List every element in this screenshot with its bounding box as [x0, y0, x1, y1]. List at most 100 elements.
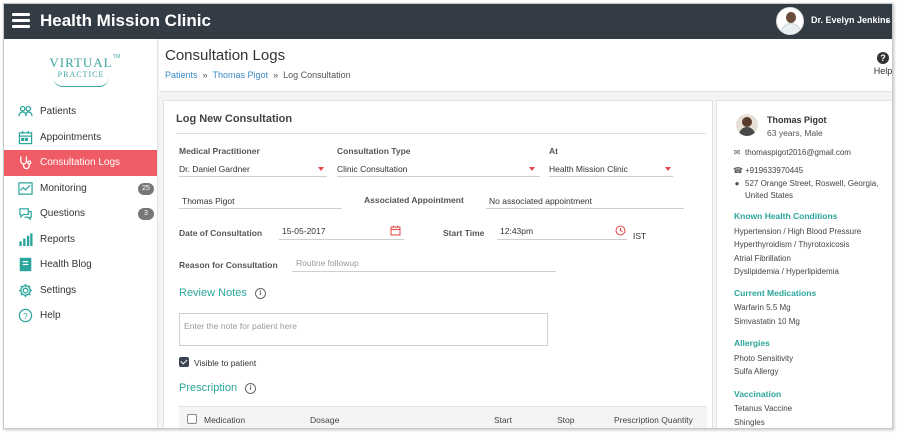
calendar-icon: [17, 129, 33, 145]
practitioner-value: Dr. Daniel Gardner: [179, 164, 250, 174]
patient-email-row: ✉ thomaspigot2016@gmail.com: [733, 148, 851, 157]
allergies-title: Allergies: [734, 338, 770, 348]
col-dosage: Dosage: [310, 415, 340, 425]
dropdown-caret-icon: [529, 167, 535, 171]
visible-to-patient-checkbox[interactable]: [179, 357, 189, 367]
questions-count-badge: 3: [138, 208, 154, 220]
info-icon[interactable]: i: [245, 382, 257, 394]
sidebar-item-label: Settings: [40, 284, 77, 296]
clock-icon[interactable]: [615, 225, 626, 239]
sidebar-item-label: Monitoring: [40, 182, 87, 194]
sidebar-item-patients[interactable]: Patients: [4, 99, 157, 125]
prescription-table-header: Medication Dosage Start Stop Prescriptio…: [179, 406, 707, 428]
review-notes-heading: Review Notes i: [179, 287, 266, 299]
info-icon[interactable]: i: [254, 287, 266, 299]
date-value: 15-05-2017: [282, 226, 326, 236]
condition-item: Dyslipidemia / Hyperlipidemia: [734, 267, 839, 276]
patient-summary-panel: Thomas Pigot 63 years, Male ✉ thomaspigo…: [716, 100, 892, 428]
calendar-icon[interactable]: [390, 225, 401, 239]
patient-phone-row: ☎ +919633970445: [733, 166, 803, 175]
reason-input[interactable]: Routine followup: [292, 254, 556, 272]
allergy-item: Sulfa Allergy: [734, 367, 779, 376]
user-avatar[interactable]: [776, 7, 804, 35]
map-pin-icon: ●: [734, 179, 740, 188]
at-label: At: [549, 146, 558, 156]
app-title: Health Mission Clinic: [40, 11, 211, 30]
practitioner-select[interactable]: Dr. Daniel Gardner: [179, 159, 327, 177]
col-medication: Medication: [204, 415, 246, 425]
sidebar-item-label: Appointments: [40, 131, 102, 143]
breadcrumb-patient[interactable]: Thomas Pigot: [213, 70, 269, 80]
sidebar-item-label: Help: [40, 310, 61, 322]
date-input[interactable]: 15-05-2017: [279, 222, 404, 240]
appointment-label: Associated Appointment: [364, 195, 464, 205]
condition-item: Atrial Fibrillation: [734, 254, 791, 263]
notes-placeholder: Enter the note for patient here: [184, 321, 297, 331]
reason-placeholder: Routine followup: [296, 258, 359, 268]
condition-item: Hyperthyroidism / Thyrotoxicosis: [734, 240, 850, 249]
sidebar-item-consultation-logs[interactable]: Consultation Logs: [4, 150, 157, 176]
patient-address-row: ● 527 Orange Street, Roswell, Georgia,: [733, 179, 879, 188]
col-start: Start: [494, 415, 512, 425]
breadcrumb-separator: »: [273, 70, 279, 80]
visible-to-patient-label: Visible to patient: [194, 358, 257, 368]
select-all-checkbox[interactable]: [187, 414, 197, 424]
patient-field[interactable]: Thomas Pigot: [179, 191, 342, 209]
breadcrumb-patients[interactable]: Patients: [165, 70, 198, 80]
logo-line2: PRACTICE: [57, 70, 105, 79]
page-title: Consultation Logs: [165, 47, 286, 64]
chevron-down-icon[interactable]: ⌄: [884, 15, 891, 24]
consultation-type-value: Clinic Consultation: [337, 164, 408, 174]
monitoring-count-badge: 25: [138, 182, 154, 195]
sidebar-item-monitoring[interactable]: Monitoring 25: [4, 176, 157, 202]
sidebar-item-health-blog[interactable]: Health Blog: [4, 252, 157, 278]
timezone-label: IST: [633, 231, 647, 241]
medications-title: Current Medications: [734, 288, 817, 298]
sidebar-item-questions[interactable]: Questions 3: [4, 201, 157, 227]
start-time-input[interactable]: 12:43pm: [497, 222, 627, 240]
sidebar-item-label: Health Blog: [40, 259, 92, 271]
logo-tm: TM: [113, 54, 121, 60]
patient-address-line2: United States: [745, 191, 794, 200]
appointment-value: No associated appointment: [489, 196, 593, 206]
book-icon: [17, 257, 33, 273]
allergy-item: Photo Sensitivity: [734, 354, 794, 363]
sidebar-item-help[interactable]: ? Help: [4, 303, 157, 329]
sidebar: VIRTUAL PRACTICE TM Patients Appointment…: [4, 39, 158, 428]
reason-label: Reason for Consultation: [179, 260, 278, 270]
prescription-heading: Prescription i: [179, 382, 257, 394]
vaccination-item: Tetanus Vaccine: [734, 404, 793, 413]
sidebar-item-reports[interactable]: Reports: [4, 227, 157, 253]
help-button[interactable]: ? Help: [871, 52, 892, 76]
consultation-type-select[interactable]: Clinic Consultation: [337, 159, 540, 177]
practitioner-label: Medical Practitioner: [179, 146, 260, 156]
date-label: Date of Consultation: [179, 228, 263, 238]
patient-avatar: [736, 114, 758, 136]
review-notes-title: Review Notes: [179, 287, 247, 299]
location-select[interactable]: Health Mission Clinic: [549, 159, 673, 177]
sidebar-item-settings[interactable]: Settings: [4, 278, 157, 304]
patient-email[interactable]: thomaspigot2016@gmail.com: [745, 148, 851, 157]
location-value: Health Mission Clinic: [549, 164, 628, 174]
medication-item: Simvastatin 10 Mg: [734, 317, 800, 326]
appointment-field[interactable]: No associated appointment: [486, 191, 684, 209]
dropdown-caret-icon: [665, 167, 671, 171]
patients-icon: [17, 104, 33, 120]
logo[interactable]: VIRTUAL PRACTICE TM: [41, 51, 121, 91]
review-notes-textarea[interactable]: Enter the note for patient here: [179, 313, 548, 346]
sidebar-nav: Patients Appointments Consultation Logs …: [4, 99, 157, 329]
chat-icon: [17, 206, 33, 222]
patient-phone[interactable]: +919633970445: [745, 166, 803, 175]
svg-text:?: ?: [23, 311, 28, 321]
conditions-title: Known Health Conditions: [734, 211, 838, 221]
sidebar-item-label: Consultation Logs: [40, 157, 121, 169]
menu-icon[interactable]: [12, 13, 30, 28]
breadcrumb-current: Log Consultation: [283, 70, 351, 80]
app-window: Health Mission Clinic Dr. Evelyn Jenkins…: [3, 3, 893, 429]
col-stop: Stop: [557, 415, 575, 425]
sidebar-item-appointments[interactable]: Appointments: [4, 125, 157, 151]
user-name[interactable]: Dr. Evelyn Jenkins: [811, 15, 891, 25]
form-title: Log New Consultation: [176, 113, 293, 125]
sidebar-item-label: Reports: [40, 233, 76, 245]
gear-icon: [17, 282, 33, 298]
